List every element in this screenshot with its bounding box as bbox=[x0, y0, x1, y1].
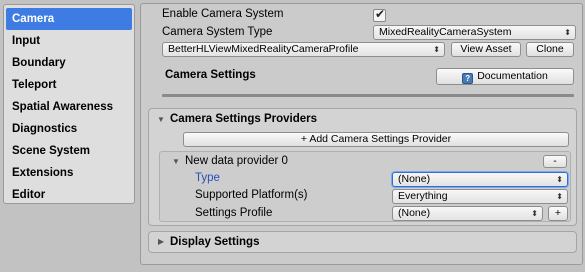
camera-system-type-value: MixedRealityCameraSystem bbox=[379, 26, 512, 38]
sidebar-item-boundary[interactable]: Boundary bbox=[6, 52, 132, 74]
profile-sidebar: Camera Input Boundary Teleport Spatial A… bbox=[3, 4, 135, 204]
enable-camera-checkbox[interactable]: ✔ bbox=[373, 7, 386, 22]
camera-system-type-label: Camera System Type bbox=[162, 26, 273, 38]
sidebar-item-diagnostics[interactable]: Diagnostics bbox=[6, 118, 132, 140]
sidebar-item-extensions[interactable]: Extensions bbox=[6, 162, 132, 184]
section-divider bbox=[162, 94, 574, 97]
camera-profile-dropdown[interactable]: BetterHLViewMixedRealityCameraProfile ⬍ bbox=[162, 42, 445, 57]
display-settings-title[interactable]: Display Settings bbox=[170, 236, 259, 248]
sidebar-item-teleport[interactable]: Teleport bbox=[6, 74, 132, 96]
dropdown-arrow-icon: ⬍ bbox=[531, 209, 538, 218]
sidebar-item-input[interactable]: Input bbox=[6, 30, 132, 52]
type-dropdown[interactable]: (None) ⬍ bbox=[392, 172, 568, 187]
dropdown-arrow-icon: ⬍ bbox=[433, 45, 440, 54]
sidebar-item-scene-system[interactable]: Scene System bbox=[6, 140, 132, 162]
supported-platforms-value: Everything bbox=[398, 190, 448, 202]
dropdown-arrow-icon: ⬍ bbox=[556, 175, 563, 184]
camera-system-type-dropdown[interactable]: MixedRealityCameraSystem ⬍ bbox=[373, 25, 576, 40]
enable-camera-label: Enable Camera System bbox=[162, 8, 284, 20]
add-settings-profile-button[interactable]: + bbox=[548, 206, 568, 221]
sidebar-item-editor[interactable]: Editor bbox=[6, 184, 132, 206]
documentation-icon: ? bbox=[462, 73, 474, 84]
dropdown-arrow-icon: ⬍ bbox=[564, 28, 571, 37]
view-asset-button[interactable]: View Asset bbox=[451, 42, 521, 57]
documentation-label: Documentation bbox=[477, 70, 548, 82]
settings-profile-value: (None) bbox=[398, 207, 431, 219]
foldout-expanded-icon[interactable]: ▼ bbox=[157, 115, 165, 124]
camera-inspector-panel: Enable Camera System ✔ Camera System Typ… bbox=[140, 3, 583, 265]
foldout-expanded-icon[interactable]: ▼ bbox=[172, 157, 180, 166]
camera-profile-value: BetterHLViewMixedRealityCameraProfile bbox=[168, 43, 359, 55]
settings-profile-label: Settings Profile bbox=[195, 207, 273, 219]
display-settings-box: ▶ Display Settings bbox=[148, 231, 577, 253]
clone-button[interactable]: Clone bbox=[526, 42, 574, 57]
sidebar-item-camera[interactable]: Camera bbox=[6, 8, 132, 30]
camera-settings-providers-box: ▼ Camera Settings Providers + Add Camera… bbox=[148, 108, 577, 226]
type-value: (None) bbox=[398, 173, 431, 185]
data-provider-title[interactable]: New data provider 0 bbox=[185, 155, 288, 167]
foldout-collapsed-icon[interactable]: ▶ bbox=[158, 237, 164, 246]
add-camera-provider-button[interactable]: + Add Camera Settings Provider bbox=[183, 132, 569, 147]
supported-platforms-label: Supported Platform(s) bbox=[195, 189, 308, 201]
remove-provider-button[interactable]: - bbox=[543, 155, 567, 168]
providers-title[interactable]: Camera Settings Providers bbox=[170, 113, 317, 125]
camera-settings-title: Camera Settings bbox=[165, 69, 256, 81]
supported-platforms-dropdown[interactable]: Everything ⬍ bbox=[392, 189, 568, 204]
settings-profile-dropdown[interactable]: (None) ⬍ bbox=[392, 206, 543, 221]
dropdown-arrow-icon: ⬍ bbox=[556, 192, 563, 201]
type-label: Type bbox=[195, 172, 220, 184]
documentation-button[interactable]: ? Documentation bbox=[436, 68, 574, 85]
checkmark-icon: ✔ bbox=[375, 7, 386, 21]
data-provider-entry: ▼ New data provider 0 - Type (None) ⬍ Su… bbox=[159, 151, 571, 222]
sidebar-item-spatial-awareness[interactable]: Spatial Awareness bbox=[6, 96, 132, 118]
